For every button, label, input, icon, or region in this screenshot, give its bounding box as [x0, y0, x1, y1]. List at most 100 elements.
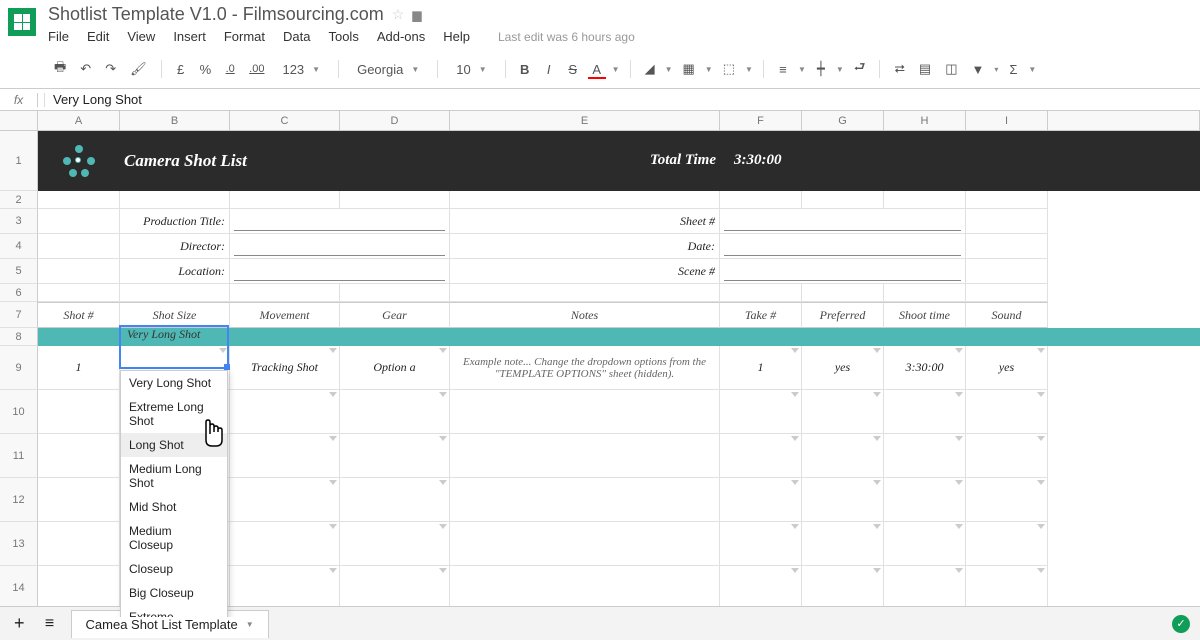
column-header[interactable]: D [340, 111, 450, 131]
cell[interactable] [450, 390, 720, 434]
cell[interactable]: yes [966, 346, 1048, 390]
dropdown-arrow-icon[interactable] [955, 436, 963, 441]
font-select[interactable]: Georgia▼ [349, 60, 427, 79]
row-header[interactable]: 6 [0, 284, 38, 302]
font-size-select[interactable]: 10▼ [448, 60, 494, 79]
cell[interactable] [720, 566, 802, 610]
cell[interactable] [230, 284, 340, 302]
cell[interactable]: Tracking Shot [230, 346, 340, 390]
halign-button[interactable]: ≡ [774, 60, 792, 79]
add-sheet-button[interactable]: + [10, 611, 29, 636]
cell[interactable]: 3:30:00 [720, 131, 1048, 191]
cell[interactable] [884, 390, 966, 434]
cell[interactable] [720, 478, 802, 522]
bold-button[interactable]: B [516, 60, 534, 79]
dropdown-arrow-icon[interactable] [329, 568, 337, 573]
cell[interactable] [884, 478, 966, 522]
cell[interactable] [38, 234, 120, 259]
star-icon[interactable]: ☆ [392, 6, 405, 23]
cell[interactable] [966, 284, 1048, 302]
cell[interactable] [38, 434, 120, 478]
dropdown-arrow-icon[interactable] [955, 568, 963, 573]
row-header[interactable]: 13 [0, 522, 38, 566]
dropdown-arrow-icon[interactable] [873, 392, 881, 397]
cell[interactable] [884, 566, 966, 610]
dropdown-option[interactable]: Mid Shot [121, 495, 227, 519]
cell[interactable] [450, 284, 720, 302]
cell[interactable] [450, 522, 720, 566]
increase-decimal-button[interactable]: .00 [245, 61, 268, 77]
cell[interactable] [230, 566, 340, 610]
cell[interactable] [884, 191, 966, 209]
dropdown-option[interactable]: Long Shot [121, 433, 227, 457]
cell[interactable] [966, 566, 1048, 610]
row-header[interactable]: 2 [0, 191, 38, 209]
cell[interactable] [450, 434, 720, 478]
functions-button[interactable]: Σ [1004, 60, 1022, 79]
cell[interactable] [720, 328, 802, 346]
cell[interactable] [802, 284, 884, 302]
dropdown-option[interactable]: Very Long Shot [121, 371, 227, 395]
cell[interactable] [884, 284, 966, 302]
dropdown-arrow-icon[interactable] [955, 348, 963, 353]
valign-button[interactable]: ┿ [812, 59, 830, 79]
row-header[interactable]: 4 [0, 234, 38, 259]
dropdown-arrow-icon[interactable] [955, 392, 963, 397]
link-button[interactable]: ⮂ [890, 59, 908, 79]
cell[interactable] [450, 478, 720, 522]
dropdown-arrow-icon[interactable] [1037, 480, 1045, 485]
formula-input[interactable]: Very Long Shot [51, 92, 1200, 107]
cell[interactable]: Director: [120, 234, 230, 259]
row-header[interactable]: 11 [0, 434, 38, 478]
cell[interactable] [230, 259, 450, 284]
column-header[interactable]: F [720, 111, 802, 131]
column-header[interactable]: G [802, 111, 884, 131]
row-header[interactable]: 3 [0, 209, 38, 234]
cell[interactable] [720, 259, 966, 284]
row-header[interactable]: 12 [0, 478, 38, 522]
cell[interactable] [230, 234, 450, 259]
dropdown-arrow-icon[interactable] [873, 436, 881, 441]
cell[interactable] [802, 390, 884, 434]
cell[interactable] [966, 434, 1048, 478]
cell[interactable] [120, 284, 230, 302]
decrease-decimal-button[interactable]: .0 [221, 61, 239, 77]
cell[interactable] [340, 434, 450, 478]
text-color-button[interactable]: A [588, 60, 606, 79]
menu-format[interactable]: Format [224, 29, 265, 44]
dropdown-arrow-icon[interactable] [791, 524, 799, 529]
cell[interactable]: Sound [966, 302, 1048, 328]
cell[interactable] [802, 434, 884, 478]
cell[interactable] [966, 522, 1048, 566]
dropdown-arrow-icon[interactable] [329, 524, 337, 529]
borders-button[interactable]: ▦ [679, 59, 699, 79]
strikethrough-button[interactable]: S [564, 60, 582, 79]
dropdown-arrow-icon[interactable] [1037, 436, 1045, 441]
column-header[interactable]: A [38, 111, 120, 131]
document-title[interactable]: Shotlist Template V1.0 - Filmsourcing.co… [48, 4, 384, 25]
filter-button[interactable]: ▼ [967, 60, 988, 79]
cell[interactable] [720, 434, 802, 478]
cell[interactable]: Movement [230, 302, 340, 328]
dropdown-option[interactable]: Medium Long Shot [121, 457, 227, 495]
italic-button[interactable]: I [540, 60, 558, 79]
cell[interactable] [38, 328, 120, 346]
cell[interactable] [38, 566, 120, 610]
dropdown-option[interactable]: Closeup [121, 557, 227, 581]
paint-format-icon[interactable]: 🖌 [126, 59, 151, 79]
cell[interactable]: Example note... Change the dropdown opti… [450, 346, 720, 390]
cell[interactable]: Production Title: [120, 209, 230, 234]
cell[interactable]: Notes [450, 302, 720, 328]
cell[interactable] [966, 478, 1048, 522]
dropdown-arrow-icon[interactable] [791, 568, 799, 573]
dropdown-arrow-icon[interactable] [439, 524, 447, 529]
cell[interactable] [38, 191, 120, 209]
cell[interactable] [802, 191, 884, 209]
cell[interactable]: Date: [450, 234, 720, 259]
cell[interactable]: Shot Size [120, 302, 230, 328]
sheet-tab-menu-icon[interactable]: ▼ [246, 620, 254, 629]
dropdown-arrow-icon[interactable] [955, 524, 963, 529]
cell[interactable] [450, 191, 720, 209]
sheets-logo[interactable] [8, 8, 36, 36]
cell[interactable] [230, 191, 340, 209]
